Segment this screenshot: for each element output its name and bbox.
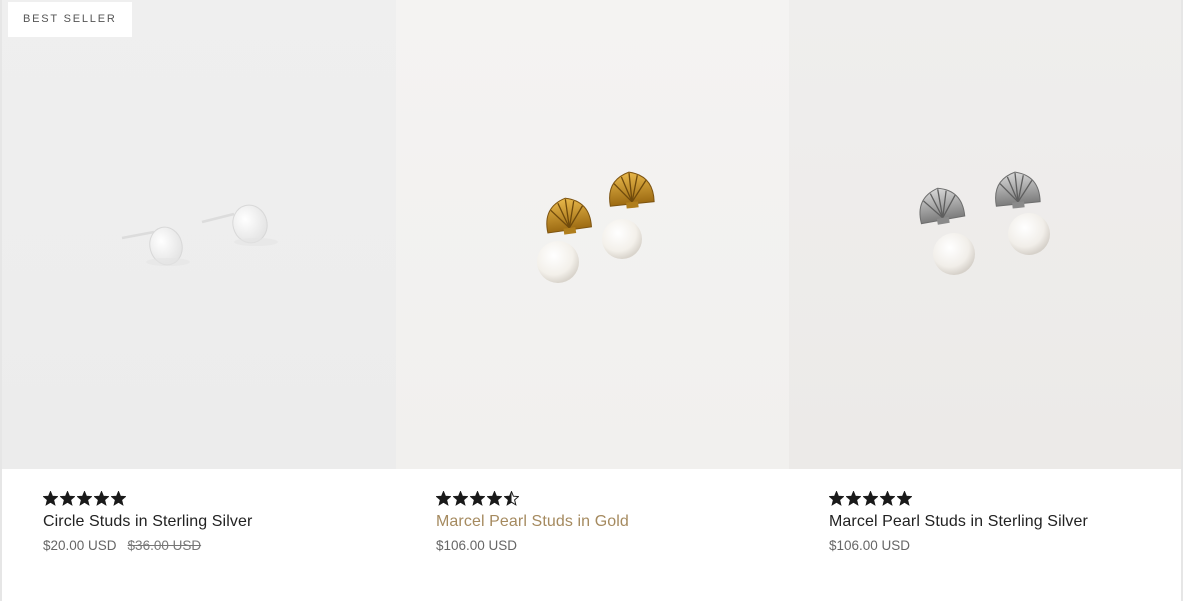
star-full-icon	[863, 491, 878, 506]
star-full-icon	[470, 491, 485, 506]
rating-stars	[43, 491, 396, 507]
star-full-icon	[829, 491, 844, 506]
product-info: Circle Studs in Sterling Silver $20.00 U…	[2, 469, 396, 553]
star-full-icon	[436, 491, 451, 506]
circle-studs-image	[121, 204, 278, 266]
product-card[interactable]: BEST SELLER Circle Studs in Sterling Sil…	[0, 0, 396, 601]
price: $106.00 USD	[829, 538, 911, 553]
price-block: $106.00 USD	[829, 538, 1181, 553]
star-full-icon	[487, 491, 502, 506]
price-block: $106.00 USD	[436, 538, 789, 553]
best-seller-badge: BEST SELLER	[8, 2, 132, 37]
product-title[interactable]: Marcel Pearl Studs in Sterling Silver	[829, 513, 1181, 531]
star-full-icon	[77, 491, 92, 506]
star-full-icon	[846, 491, 861, 506]
rating-stars	[436, 491, 789, 507]
star-full-icon	[897, 491, 912, 506]
price: $106.00 USD	[436, 538, 518, 553]
product-title[interactable]: Marcel Pearl Studs in Gold	[436, 513, 789, 531]
silver-pearl-earrings-image	[919, 171, 1050, 275]
product-grid: BEST SELLER Circle Studs in Sterling Sil…	[0, 0, 1183, 601]
star-full-icon	[453, 491, 468, 506]
star-full-icon	[43, 491, 58, 506]
sale-price: $20.00 USD	[43, 538, 117, 553]
rating-stars	[829, 491, 1181, 507]
product-info: Marcel Pearl Studs in Gold $106.00 USD	[396, 469, 789, 553]
star-full-icon	[94, 491, 109, 506]
product-card[interactable]: Marcel Pearl Studs in Gold $106.00 USD	[396, 0, 789, 601]
product-title[interactable]: Circle Studs in Sterling Silver	[43, 513, 396, 531]
gold-pearl-earrings-image	[537, 171, 655, 283]
product-image[interactable]	[396, 0, 789, 469]
product-image[interactable]: BEST SELLER	[2, 0, 396, 469]
star-full-icon	[60, 491, 75, 506]
product-image[interactable]	[789, 0, 1181, 469]
product-info: Marcel Pearl Studs in Sterling Silver $1…	[789, 469, 1181, 553]
star-full-icon	[880, 491, 895, 506]
product-card[interactable]: Marcel Pearl Studs in Sterling Silver $1…	[789, 0, 1183, 601]
star-half-icon	[504, 491, 519, 506]
price-block: $20.00 USD $36.00 USD	[43, 538, 396, 553]
star-full-icon	[111, 491, 126, 506]
compare-at-price: $36.00 USD	[127, 538, 202, 553]
